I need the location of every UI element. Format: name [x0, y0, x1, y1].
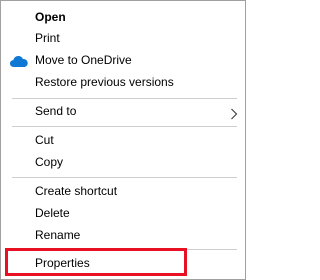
menu-item-label: Print: [35, 31, 60, 45]
menu-item-move-to-onedrive[interactable]: Move to OneDrive: [1, 49, 245, 71]
menu-item-label: Restore previous versions: [35, 75, 174, 89]
menu-item-rename[interactable]: Rename: [1, 224, 245, 246]
menu-item-cut[interactable]: Cut: [1, 129, 245, 151]
menu-item-label: Properties: [35, 256, 90, 270]
menu-item-properties[interactable]: Properties: [1, 252, 245, 274]
menu-item-label: Cut: [35, 133, 54, 147]
menu-item-create-shortcut[interactable]: Create shortcut: [1, 180, 245, 202]
menu-item-delete[interactable]: Delete: [1, 202, 245, 224]
menu-separator: [12, 98, 237, 99]
menu-separator: [12, 126, 237, 127]
menu-item-send-to[interactable]: Send to: [1, 100, 245, 122]
menu-item-label: Move to OneDrive: [35, 53, 132, 67]
onedrive-cloud-icon: [9, 53, 29, 67]
menu-item-label: Delete: [35, 206, 70, 220]
menu-separator: [12, 249, 237, 250]
menu-item-restore-previous-versions[interactable]: Restore previous versions: [1, 71, 245, 93]
menu-item-print[interactable]: Print: [1, 27, 245, 49]
context-menu: Open Print Move to OneDrive Restore prev…: [0, 0, 246, 280]
menu-item-label: Send to: [35, 104, 77, 118]
menu-item-label: Copy: [35, 155, 64, 169]
menu-item-copy[interactable]: Copy: [1, 151, 245, 173]
menu-separator: [12, 177, 237, 178]
menu-item-label: Create shortcut: [35, 184, 118, 198]
menu-item-label: Rename: [35, 228, 81, 242]
menu-item-open[interactable]: Open: [1, 6, 245, 28]
chevron-right-icon: [229, 105, 239, 120]
menu-item-label: Open: [35, 10, 66, 24]
